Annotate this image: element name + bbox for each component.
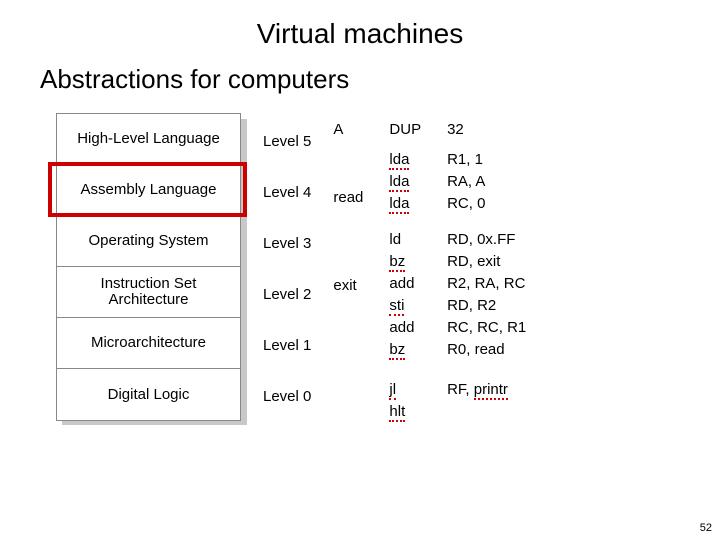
code-token: RD, 0x.FF xyxy=(447,229,526,251)
level-label: Level 3 xyxy=(263,215,311,266)
code-token: jl xyxy=(389,379,421,401)
code-operands-column: 32 R1, 1RA, ARC, 0 RD, 0x.FFRD, exitR2, RA… xyxy=(447,119,526,423)
code-mnemonics-column: DUPldaldaldaldbzaddstiaddbzjlhlt xyxy=(389,119,421,423)
stack-layer: Digital Logic xyxy=(57,369,240,420)
slide-subtitle: Abstractions for computers xyxy=(0,50,720,95)
code-token: RD, exit xyxy=(447,251,526,273)
code-token: exit xyxy=(333,275,363,297)
stack-layer: Instruction SetArchitecture xyxy=(57,267,240,318)
code-token: RC, RC, R1 xyxy=(447,317,526,339)
code-token: lda xyxy=(389,171,421,193)
level-label: Level 5 xyxy=(263,113,311,164)
stack-layer: Assembly Language xyxy=(57,165,240,216)
code-token: add xyxy=(389,273,421,295)
code-token: bz xyxy=(389,251,421,273)
stack-layer: High-Level Language xyxy=(57,114,240,165)
slide-title: Virtual machines xyxy=(0,0,720,50)
code-token: RF, printr xyxy=(447,379,526,401)
code-token: A xyxy=(333,119,363,141)
stack-layer: Microarchitecture xyxy=(57,318,240,369)
code-token: R1, 1 xyxy=(447,149,526,171)
code-token: bz xyxy=(389,339,421,361)
level-label: Level 2 xyxy=(263,266,311,317)
level-label: Level 0 xyxy=(263,368,311,419)
code-token: R2, RA, RC xyxy=(447,273,526,295)
code-token: lda xyxy=(389,193,421,215)
code-token: sti xyxy=(389,295,421,317)
level-label: Level 4 xyxy=(263,164,311,215)
assembly-listing: Areadexit DUPldaldaldaldbzaddstiaddbzjlh… xyxy=(333,113,526,423)
stack-layer: Operating System xyxy=(57,216,240,267)
level-label: Level 1 xyxy=(263,317,311,368)
code-token: RA, A xyxy=(447,171,526,193)
code-token: RC, 0 xyxy=(447,193,526,215)
code-token: hlt xyxy=(389,401,421,423)
code-token: read xyxy=(333,187,363,209)
abstraction-stack: High-Level LanguageAssembly LanguageOper… xyxy=(56,113,241,423)
code-token: ld xyxy=(389,229,421,251)
code-token: R0, read xyxy=(447,339,526,361)
code-token: DUP xyxy=(389,119,421,141)
code-labels-column: Aread exit xyxy=(333,119,363,423)
code-token: RD, R2 xyxy=(447,295,526,317)
level-labels: Level 5Level 4Level 3Level 2Level 1Level… xyxy=(263,113,311,423)
page-number: 52 xyxy=(700,522,712,534)
code-token: add xyxy=(389,317,421,339)
code-token: lda xyxy=(389,149,421,171)
code-token: 32 xyxy=(447,119,526,141)
